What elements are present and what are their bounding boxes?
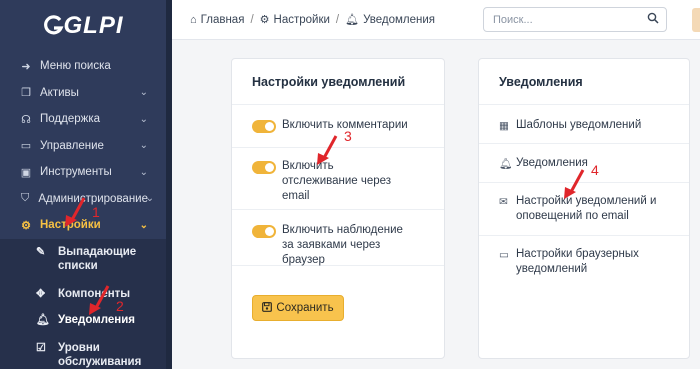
annotation-arrow-3 bbox=[317, 135, 338, 165]
briefcase-icon: ▣ bbox=[20, 166, 32, 179]
chevron-down-icon: ⌄ bbox=[139, 140, 148, 152]
chevron-down-icon: ⌄ bbox=[139, 113, 148, 125]
edit-icon: ✎ bbox=[36, 245, 46, 258]
option-label: Включить наблюдение за заявками через бр… bbox=[282, 224, 403, 266]
annotation-arrow-2 bbox=[89, 285, 110, 315]
logo-text: GLPI bbox=[63, 12, 124, 39]
sidebar-item-label: Активы bbox=[40, 86, 79, 99]
toggle-browser-followup[interactable] bbox=[252, 225, 276, 238]
annotation-number-3: 3 bbox=[344, 128, 352, 144]
sidebar-item-tools[interactable]: ▣ Инструменты ⌄ bbox=[0, 159, 166, 186]
link-label: Настройки уведомлений и оповещений по em… bbox=[516, 195, 657, 222]
sidebar-item-label: Поддержка bbox=[40, 113, 100, 126]
sidebar-item-label: Меню поиска bbox=[40, 60, 111, 73]
search-input[interactable] bbox=[484, 8, 640, 31]
toggle-email-followup[interactable] bbox=[252, 161, 276, 174]
sidebar-item-assistance[interactable]: ☊ Поддержка ⌄ bbox=[0, 106, 166, 133]
cube-icon: ❒ bbox=[21, 87, 31, 100]
puzzle-icon: ✥ bbox=[36, 287, 46, 300]
gear-icon: ⚙ bbox=[259, 14, 270, 26]
sidebar-item-label: Инструменты bbox=[40, 166, 112, 179]
option-label: Включить отслеживание через email bbox=[282, 160, 392, 202]
annotation-number-2: 2 bbox=[116, 298, 124, 314]
arrow-right-icon: ➜ bbox=[21, 60, 31, 73]
card-title: Уведомления bbox=[479, 59, 689, 105]
search-icon[interactable] bbox=[640, 12, 666, 27]
monitor-icon: ▭ bbox=[499, 249, 509, 261]
main-content: Настройки уведомлений Включить комментар… bbox=[172, 41, 700, 369]
sidebar-subitem-label: Уровни обслуживания bbox=[58, 341, 142, 368]
save-button-label: Сохранить bbox=[276, 302, 334, 314]
sidebar-item-assets[interactable]: ❒ Активы ⌄ bbox=[0, 80, 166, 107]
link-label: Шаблоны уведомлений bbox=[516, 119, 642, 131]
checklist-icon: ☑ bbox=[36, 341, 46, 354]
sidebar-item-management[interactable]: ▭ Управление ⌄ bbox=[0, 133, 166, 160]
bell-icon: 🔔︎ bbox=[499, 158, 513, 170]
breadcrumb-setup[interactable]: Настройки bbox=[274, 14, 330, 26]
breadcrumb-home[interactable]: Главная bbox=[201, 14, 245, 26]
sidebar-item-label: Управление bbox=[40, 139, 104, 152]
search-box bbox=[483, 7, 667, 32]
save-icon bbox=[262, 301, 273, 315]
glpi-logo[interactable]: GLPI bbox=[0, 0, 166, 52]
sidebar-subitem-notifications[interactable]: 🔔︎ Уведомления bbox=[0, 306, 166, 332]
shield-icon: ⛉ bbox=[21, 192, 30, 205]
toggle-comments[interactable] bbox=[252, 120, 276, 133]
annotation-number-4: 4 bbox=[591, 162, 599, 178]
sidebar-subitem-dropdowns[interactable]: ✎ Выпадающие списки bbox=[0, 239, 166, 278]
sidebar-subitem-slm[interactable]: ☑ Уровни обслуживания bbox=[0, 332, 166, 369]
link-notification-templates[interactable]: ▦ Шаблоны уведомлений bbox=[479, 105, 689, 144]
link-label: Настройки браузерных уведомлений bbox=[516, 248, 639, 275]
template-icon: ▦ bbox=[499, 120, 509, 132]
wallet-icon: ▭ bbox=[20, 140, 32, 153]
bell-icon: 🔔︎ bbox=[345, 14, 360, 26]
gear-icon: ⚙ bbox=[21, 219, 31, 232]
top-header: ⌂ Главная / ⚙ Настройки / 🔔︎ Уведомления bbox=[172, 0, 700, 40]
sidebar-subitem-components[interactable]: ✥ Компоненты bbox=[0, 278, 166, 306]
sidebar: GLPI ➜ Меню поиска ❒ Активы ⌄ ☊ Поддержк… bbox=[0, 0, 166, 369]
annotation-number-1: 1 bbox=[92, 204, 100, 220]
bell-icon: 🔔︎ bbox=[36, 313, 50, 326]
notification-settings-card: Настройки уведомлений Включить комментар… bbox=[231, 58, 445, 359]
breadcrumb-notifications[interactable]: Уведомления bbox=[363, 14, 435, 26]
annotation-arrow-4 bbox=[564, 169, 585, 199]
option-browser-followup: Включить наблюдение за заявками через бр… bbox=[232, 210, 444, 266]
sidebar-item-search-menu[interactable]: ➜ Меню поиска bbox=[0, 53, 166, 80]
annotation-arrow-1 bbox=[65, 197, 86, 227]
chevron-down-icon: ⌄ bbox=[139, 219, 148, 231]
sidebar-subitem-label: Выпадающие списки bbox=[58, 245, 137, 272]
chevron-down-icon: ⌄ bbox=[139, 166, 148, 178]
headset-icon: ☊ bbox=[21, 113, 31, 126]
link-browser-notification-settings[interactable]: ▭ Настройки браузерных уведомлений bbox=[479, 236, 689, 289]
notifications-card: Уведомления ▦ Шаблоны уведомлений 🔔︎ Уве… bbox=[478, 58, 690, 359]
home-icon: ⌂ bbox=[190, 13, 197, 26]
chevron-down-icon: ⌄ bbox=[139, 87, 148, 99]
user-menu-edge[interactable] bbox=[692, 8, 700, 32]
breadcrumb: ⌂ Главная / ⚙ Настройки / 🔔︎ Уведомления bbox=[190, 13, 435, 27]
card-title: Настройки уведомлений bbox=[232, 59, 444, 105]
save-button[interactable]: Сохранить bbox=[252, 295, 344, 321]
sidebar-submenu: ✎ Выпадающие списки ✥ Компоненты 🔔︎ Увед… bbox=[0, 238, 166, 369]
breadcrumb-separator: / bbox=[335, 13, 340, 26]
sidebar-item-label: Администрирование bbox=[38, 192, 148, 205]
envelope-icon: ✉ bbox=[499, 196, 508, 208]
breadcrumb-separator: / bbox=[250, 13, 254, 26]
chevron-down-icon: ⌄ bbox=[145, 193, 154, 205]
